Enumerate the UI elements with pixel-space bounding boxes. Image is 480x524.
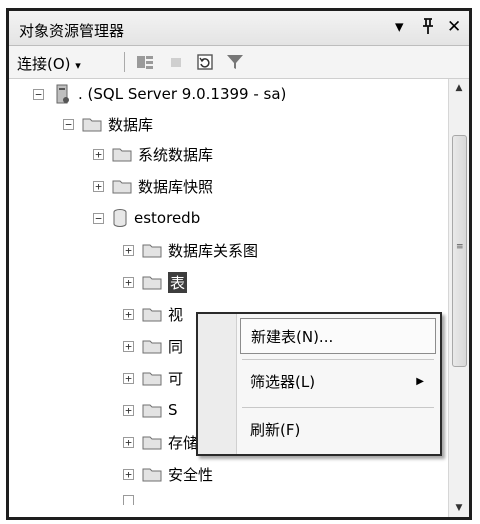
close-icon[interactable]: ✕: [447, 17, 461, 37]
grip-icon: ≡: [456, 242, 464, 252]
menu-item-filter[interactable]: 筛选器(L) ▶: [240, 364, 436, 400]
tree-node-synonyms[interactable]: + 同: [123, 335, 183, 357]
server-label: . (SQL Server 9.0.1399 - sa): [78, 85, 287, 103]
tree-node-programmability[interactable]: + 可: [123, 367, 183, 389]
folder-icon: [112, 148, 132, 162]
menu-item-new-table[interactable]: 新建表(N)...: [240, 318, 436, 354]
tree-node-security[interactable]: + 安全性: [123, 463, 213, 485]
connect-label: 连接(O): [17, 55, 71, 73]
expand-toggle[interactable]: +: [123, 244, 134, 256]
menu-separator: [242, 359, 434, 360]
node-label: S: [168, 401, 178, 419]
menu-icon-column: [198, 314, 237, 454]
node-label: 安全性: [168, 465, 214, 484]
tree-node-system-databases[interactable]: + 系统数据库: [93, 143, 213, 165]
expand-toggle: [123, 495, 134, 505]
node-label: 视: [168, 305, 184, 324]
node-label: 数据库快照: [138, 177, 214, 196]
expand-toggle[interactable]: +: [123, 340, 134, 352]
panel-toolbar: 连接(O) ▾: [9, 46, 469, 79]
folder-icon: [82, 118, 102, 132]
stop-icon[interactable]: [166, 52, 186, 72]
folder-icon: [142, 468, 162, 482]
node-label: 同: [168, 337, 184, 356]
scroll-down-icon[interactable]: ▼: [449, 499, 469, 517]
menu-item-filter-label: 筛选器(L): [250, 373, 316, 391]
expand-toggle[interactable]: +: [123, 372, 134, 384]
folder-icon: [112, 180, 132, 194]
server-icon: [56, 84, 69, 104]
expand-toggle[interactable]: +: [123, 308, 134, 320]
expand-toggle[interactable]: +: [123, 404, 134, 416]
expand-toggle[interactable]: +: [93, 180, 104, 192]
tree-node-storage[interactable]: + 存储: [123, 431, 198, 453]
tree-node-server[interactable]: − . (SQL Server 9.0.1399 - sa): [33, 83, 286, 105]
folder-icon: [142, 372, 162, 386]
node-label-selected: 表: [168, 271, 188, 293]
pin-icon[interactable]: [421, 17, 435, 40]
tree-node-databases[interactable]: − 数据库: [63, 113, 153, 135]
tree-node-views[interactable]: + 视: [123, 303, 183, 325]
folder-icon: [142, 404, 162, 418]
collapse-toggle[interactable]: −: [63, 118, 74, 130]
panel-title: 对象资源管理器: [19, 22, 125, 40]
filter-icon[interactable]: [225, 52, 245, 72]
folder-icon: [142, 244, 162, 258]
chevron-down-icon: ▾: [75, 59, 81, 72]
disconnect-icon[interactable]: [135, 52, 155, 72]
vertical-scrollbar[interactable]: ▲ ≡ ▼: [448, 79, 469, 517]
connect-button[interactable]: 连接(O) ▾: [17, 53, 81, 74]
node-label: 存储: [168, 433, 199, 452]
tree-node-tables[interactable]: + 表: [123, 271, 188, 293]
folder-icon: [142, 436, 162, 450]
refresh-icon[interactable]: [195, 52, 215, 72]
collapse-toggle[interactable]: −: [93, 212, 104, 224]
toolbar-separator: [124, 52, 125, 72]
panel-titlebar: 对象资源管理器 ▾ ✕: [9, 11, 469, 46]
node-label: estoredb: [134, 209, 201, 227]
node-label: 数据库关系图: [168, 241, 259, 260]
database-icon: [113, 209, 127, 227]
node-label: 系统数据库: [138, 145, 214, 164]
expand-toggle[interactable]: +: [123, 276, 134, 288]
tree-node-service-broker[interactable]: + S: [123, 399, 178, 421]
collapse-toggle[interactable]: −: [33, 88, 44, 100]
scroll-up-icon[interactable]: ▲: [449, 79, 469, 97]
tree-node-database-snapshots[interactable]: + 数据库快照: [93, 175, 213, 197]
tree-node-estoredb[interactable]: − estoredb: [93, 207, 200, 229]
folder-icon: [142, 276, 162, 290]
scrollbar-thumb[interactable]: ≡: [452, 135, 467, 367]
tree-node-diagrams[interactable]: + 数据库关系图: [123, 239, 258, 261]
menu-separator: [242, 407, 434, 408]
context-menu: 新建表(N)... 筛选器(L) ▶ 刷新(F): [196, 312, 442, 456]
tree-node-partial: [123, 495, 142, 505]
dropdown-icon[interactable]: ▾: [395, 17, 404, 37]
node-label: 可: [168, 369, 184, 388]
node-label: 数据库: [108, 115, 154, 134]
expand-toggle[interactable]: +: [93, 148, 104, 160]
folder-icon: [142, 308, 162, 322]
submenu-arrow-icon: ▶: [416, 376, 424, 387]
expand-toggle[interactable]: +: [123, 436, 134, 448]
menu-item-refresh[interactable]: 刷新(F): [240, 412, 436, 448]
folder-icon: [142, 340, 162, 354]
expand-toggle[interactable]: +: [123, 468, 134, 480]
